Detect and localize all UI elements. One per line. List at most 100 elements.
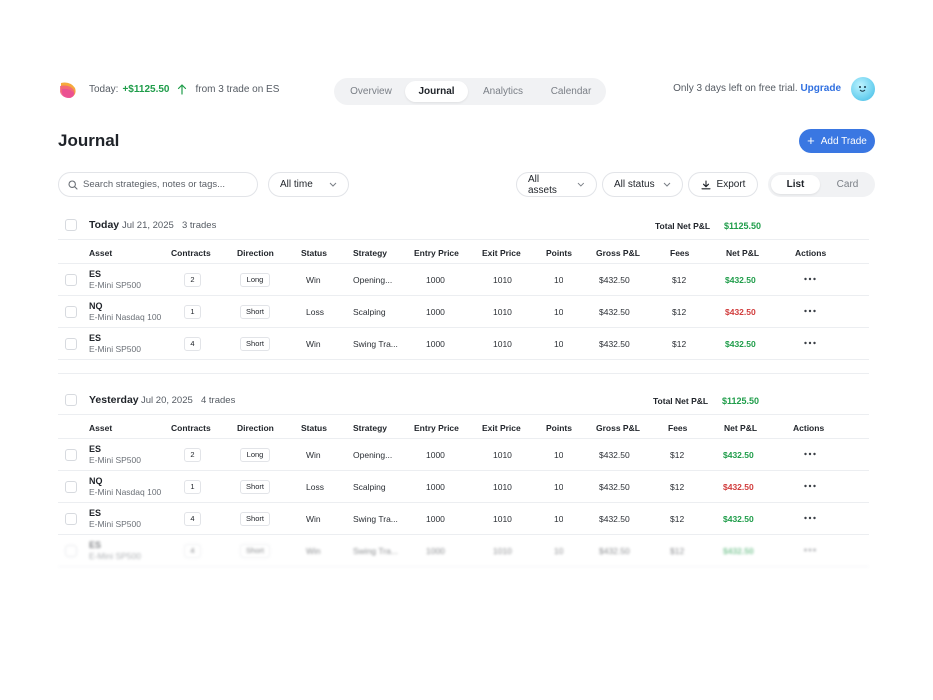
table-row[interactable]: ES E-Mini SP500 2 Long Win Opening... 1000 1010… [58,264,869,296]
search-icon [68,179,78,190]
more-icon[interactable] [803,274,817,284]
row-checkbox[interactable] [65,274,77,286]
entry-price-cell: 1000 [426,307,445,317]
status-filter-value: All status [614,179,655,190]
status-cell: Win [306,514,321,524]
view-card-option[interactable]: Card [823,175,872,194]
today-amount: +$1125.50 [122,83,170,95]
gross-pnl-cell: $432.50 [599,275,630,285]
asset-name: E-Mini SP500 [89,551,141,561]
group-total-label: Total Net P&L [655,221,711,231]
group-checkbox[interactable] [65,219,77,231]
points-cell: 10 [554,339,564,349]
group-total-label: Total Net P&L [653,396,709,406]
view-toggle: List Card [768,172,875,197]
contracts-badge: 1 [184,480,201,494]
table-row[interactable]: ES E-Mini SP500 4 Short Win Swing Tra... 1000 1… [58,328,869,360]
table-row[interactable]: NQ E-Mini Nasdaq 100 1 Short Loss Scalping 100… [58,296,869,328]
points-cell: 10 [554,482,564,492]
exit-price-cell: 1010 [493,482,512,492]
avatar[interactable] [851,77,875,101]
col-exit-price: Exit Price [482,423,521,433]
entry-price-cell: 1000 [426,514,445,524]
exit-price-cell: 1010 [493,339,512,349]
tab-journal[interactable]: Journal [405,81,468,102]
group-checkbox[interactable] [65,394,77,406]
group-header: Today Jul 21, 2025 3 trades Total Net P&… [58,212,869,240]
table-header: Asset Contracts Direction Status Strateg… [58,415,869,439]
more-icon[interactable] [803,513,817,523]
asset-cell: ES E-Mini SP500 [89,444,141,466]
row-checkbox[interactable] [65,449,77,461]
asset-symbol: ES [89,333,102,343]
view-list-option[interactable]: List [771,175,820,194]
time-filter-dropdown[interactable]: All time [268,172,349,197]
time-filter-value: All time [280,179,313,190]
table-row[interactable]: ES E-Mini SP500 4 Short Win Swing Tra... 1000 1… [58,503,869,535]
status-cell: Loss [306,482,324,492]
assets-filter-dropdown[interactable]: All assets [516,172,597,197]
group-count: 3 trades [182,220,217,231]
table-row[interactable]: ES E-Mini SP500 2 Long Win Opening... 1000 1010… [58,439,869,471]
col-gross-pnl: Gross P&L [596,248,640,258]
more-icon[interactable] [803,545,817,555]
strategy-cell: Swing Tra... [353,339,398,349]
row-checkbox[interactable] [65,338,77,350]
direction-badge: Short [240,305,270,319]
row-checkbox[interactable] [65,545,77,557]
trade-rows: ES E-Mini SP500 2 Long Win Opening... 1000 1010… [58,264,869,360]
asset-cell: NQ E-Mini Nasdaq 100 [89,301,161,323]
chevron-down-icon [663,182,671,187]
export-button[interactable]: Export [688,172,758,197]
col-exit-price: Exit Price [482,248,521,258]
more-icon[interactable] [803,481,817,491]
row-checkbox[interactable] [65,513,77,525]
search-input[interactable] [83,179,243,190]
more-icon[interactable] [803,449,817,459]
entry-price-cell: 1000 [426,339,445,349]
asset-cell: NQ E-Mini Nasdaq 100 [89,476,161,498]
fees-cell: $12 [670,482,685,492]
row-checkbox[interactable] [65,481,77,493]
group-label: Today [89,219,120,231]
table-row[interactable]: NQ E-Mini Nasdaq 100 1 Short Loss Scalping 100… [58,471,869,503]
status-filter-dropdown[interactable]: All status [602,172,683,197]
tab-calendar[interactable]: Calendar [538,81,604,102]
col-contracts: Contracts [171,423,211,433]
more-icon[interactable] [803,306,817,316]
col-actions: Actions [795,248,827,258]
fees-cell: $12 [672,275,687,285]
upgrade-link[interactable]: Upgrade [800,83,841,94]
trade-rows: ES E-Mini SP500 2 Long Win Opening... 1000 1010… [58,439,869,567]
col-status: Status [301,248,327,258]
more-icon[interactable] [803,338,817,348]
net-pnl-cell: $432.50 [725,339,756,349]
table-header: Asset Contracts Direction Status Strateg… [58,240,869,264]
add-trade-button[interactable]: + Add Trade [799,129,875,153]
net-pnl-cell: $432.50 [723,450,754,460]
col-fees: Fees [670,248,690,258]
logo-icon [60,82,76,98]
col-entry-price: Entry Price [414,423,459,433]
col-contracts: Contracts [171,248,211,258]
exit-price-cell: 1010 [493,546,512,556]
group-header: Yesterday Jul 20, 2025 4 trades Total Ne… [58,387,869,415]
net-pnl-cell: $432.50 [723,546,754,556]
col-entry-price: Entry Price [414,248,459,258]
trade-group-today: Today Jul 21, 2025 3 trades Total Net P&… [58,212,869,360]
tab-analytics[interactable]: Analytics [470,81,536,102]
tab-overview[interactable]: Overview [338,81,404,102]
assets-filter-value: All assets [528,173,557,196]
status-cell: Win [306,339,321,349]
net-pnl-cell: $432.50 [725,275,756,285]
chevron-down-icon [577,182,585,187]
asset-symbol: NQ [89,476,103,486]
direction-badge: Short [240,337,270,351]
download-icon [700,179,711,189]
contracts-badge: 4 [184,544,201,558]
group-total-value: $1125.50 [724,221,762,231]
table-row[interactable]: ES E-Mini SP500 4 Short Win Swing Tra... 1000 1… [58,535,869,567]
points-cell: 10 [554,450,564,460]
entry-price-cell: 1000 [426,546,445,556]
row-checkbox[interactable] [65,306,77,318]
